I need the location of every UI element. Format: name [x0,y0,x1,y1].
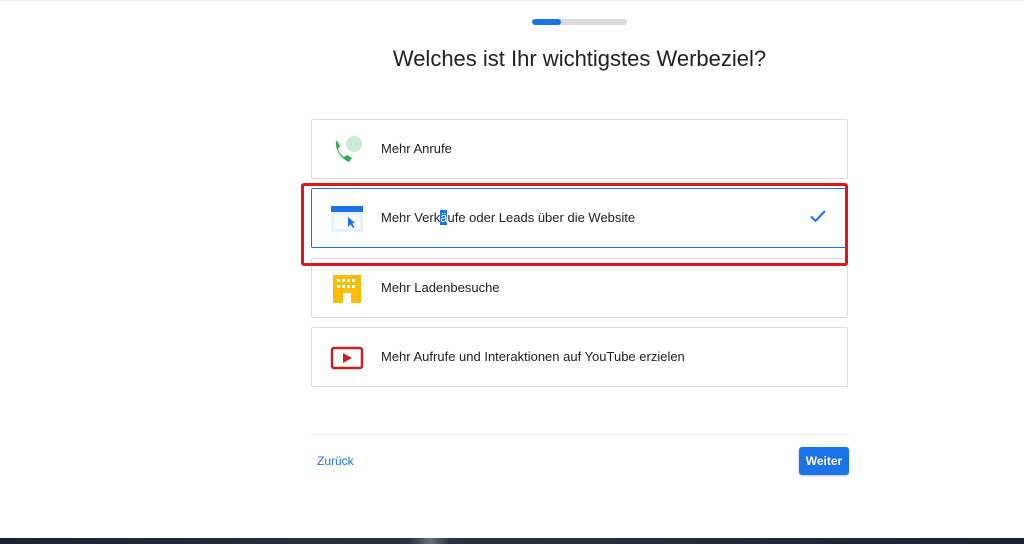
back-button[interactable]: Zurück [317,454,354,468]
taskbar-strip [0,538,1024,544]
option-label: Mehr Aufrufe und Interaktionen auf YouTu… [381,349,685,364]
option-label-part: ufe oder Leads über die Website [447,210,636,225]
top-divider [0,0,1024,1]
option-more-calls[interactable]: Mehr Anrufe [311,119,848,179]
option-label-part: Mehr Verk [381,210,441,225]
youtube-play-icon [330,346,364,370]
option-youtube-views[interactable]: Mehr Aufrufe und Interaktionen auf YouTu… [311,327,848,387]
progress-bar-fill [532,19,561,25]
page-title: Welches ist Ihr wichtigstes Werbeziel? [392,46,767,71]
option-label: Mehr Anrufe [381,141,452,156]
footer-divider [311,434,849,435]
store-icon [333,275,361,303]
option-more-sales-leads[interactable]: Mehr Verkäufe oder Leads über die Websit… [311,188,848,248]
checkmark-icon [810,210,826,223]
progress-bar [532,19,627,25]
option-more-store-visits[interactable]: Mehr Ladenbesuche [311,258,848,318]
website-icon [331,206,363,232]
next-button[interactable]: Weiter [799,447,849,475]
phone-icon [335,136,362,162]
option-label: Mehr Ladenbesuche [381,280,500,295]
option-label: Mehr Verkäufe oder Leads über die Websit… [381,210,635,225]
